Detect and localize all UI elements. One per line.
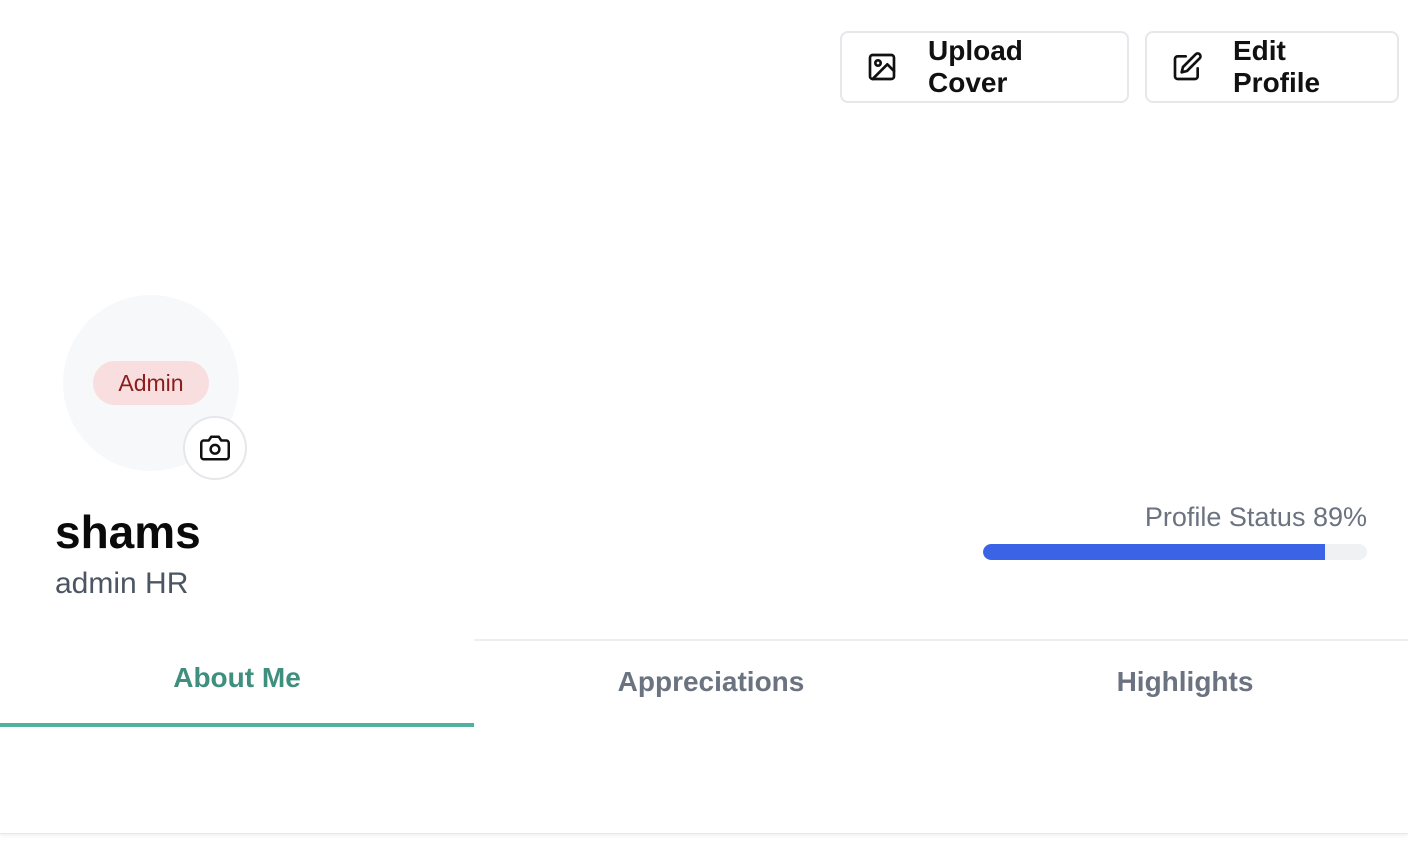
edit-pencil-icon xyxy=(1171,51,1203,83)
upload-cover-label: Upload Cover xyxy=(928,35,1023,98)
profile-actions: Upload Cover Edit Profile xyxy=(840,31,1399,103)
profile-status-progress-bar xyxy=(983,544,1367,560)
profile-title: admin HR xyxy=(55,567,189,600)
camera-icon xyxy=(200,433,230,463)
profile-name: shams xyxy=(55,506,201,558)
profile-tabs: About Me Appreciations Highlights xyxy=(0,641,1408,727)
profile-status-label: Profile Status 89% xyxy=(1144,502,1367,532)
edit-profile-button[interactable]: Edit Profile xyxy=(1145,31,1399,103)
tab-about-me[interactable]: About Me xyxy=(0,641,474,727)
change-photo-button[interactable] xyxy=(183,416,247,480)
edit-profile-label: Edit Profile xyxy=(1233,35,1321,98)
profile-status-progress-fill xyxy=(983,544,1325,560)
role-badge: Admin xyxy=(93,361,209,405)
image-icon xyxy=(866,51,898,83)
upload-cover-button[interactable]: Upload Cover xyxy=(840,31,1129,103)
tab-appreciations[interactable]: Appreciations xyxy=(474,641,948,727)
profile-card: Upload Cover Edit Profile Admin shams ad… xyxy=(0,0,1408,834)
tab-highlights[interactable]: Highlights xyxy=(948,641,1408,727)
